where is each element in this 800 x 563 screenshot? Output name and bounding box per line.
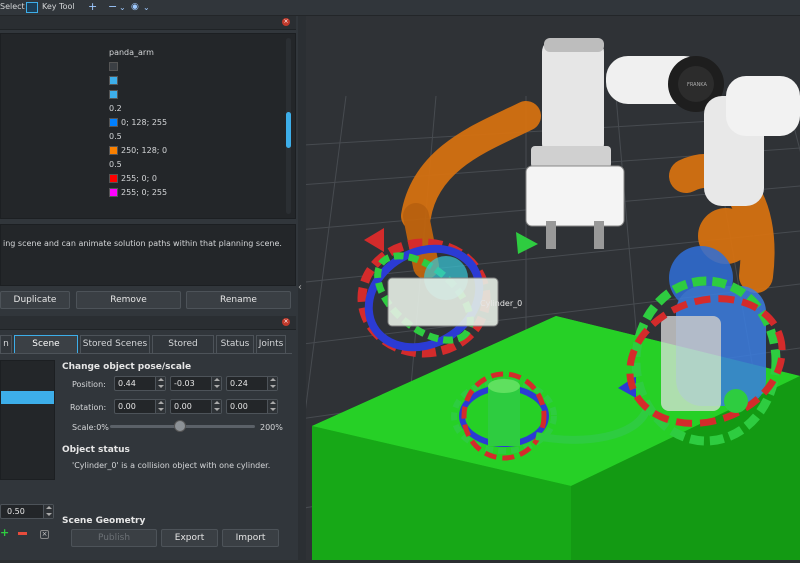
add-object-icon[interactable]: +	[0, 527, 9, 538]
display-property-value[interactable]: 255; 0; 255	[109, 188, 167, 199]
chevron-down-icon[interactable]: ⌄	[143, 3, 150, 12]
color-swatch	[109, 62, 118, 71]
tab-scene-objects[interactable]: Scene Objects	[14, 335, 78, 365]
object-status-title: Object status	[62, 445, 130, 455]
description-text: ing scene and can animate solution paths…	[3, 239, 282, 248]
scale-slider[interactable]	[110, 420, 255, 432]
scale-max-label: 200%	[260, 423, 283, 432]
viewport-render[interactable]: FRANKA Cylinder_0	[285, 16, 800, 561]
export-button[interactable]: Export	[161, 529, 218, 547]
remove-object-icon[interactable]	[18, 532, 27, 535]
scale-slider-handle[interactable]	[173, 420, 186, 432]
duplicate-button[interactable]: Duplicate	[0, 291, 70, 309]
rotation-x-field[interactable]: 0.00	[114, 399, 166, 414]
display-property-value[interactable]: 0; 128; 255	[109, 118, 167, 129]
add-tool-icon[interactable]: +	[88, 0, 97, 13]
scene-objects-tab-panel: Change object pose/scale Position: 0.44 …	[0, 353, 292, 560]
display-property-value[interactable]	[109, 76, 121, 87]
color-swatch	[109, 90, 118, 99]
stepper-arrows[interactable]	[267, 400, 277, 413]
displays-panel-header: ×	[0, 16, 296, 30]
object-size-field[interactable]: 0.50	[0, 504, 54, 519]
motion-planning-panel-header: ×	[0, 316, 296, 330]
display-property-value[interactable]: 0.2	[109, 104, 122, 115]
tab-status[interactable]: Status	[216, 335, 254, 353]
close-icon[interactable]: ×	[282, 18, 290, 26]
stepper-arrows[interactable]	[43, 505, 53, 518]
left-dock: × panda_arm 0.2 0; 128; 255 0.5 250; 128; 0…	[0, 16, 298, 560]
display-value-text: 0.5	[109, 132, 122, 141]
import-button[interactable]: Import	[222, 529, 279, 547]
scale-min-label: Scale:0%	[72, 423, 109, 432]
color-swatch	[109, 174, 118, 183]
stepper-arrows[interactable]	[155, 400, 165, 413]
planning-group-value: panda_arm	[109, 48, 154, 57]
robot-brand-text: FRANKA	[687, 82, 707, 88]
rotation-y-field[interactable]: 0.00	[170, 399, 222, 414]
display-property-value[interactable]: 0.5	[109, 160, 122, 171]
position-z-field[interactable]: 0.24	[226, 376, 278, 391]
selected-object-row[interactable]	[1, 391, 54, 404]
tab-stored-scenes[interactable]: Stored Scenes	[80, 335, 150, 353]
displays-value-column: panda_arm 0.2 0; 128; 255 0.5 250; 128; 0 0.…	[107, 34, 279, 218]
select-tool-button[interactable]: Select	[0, 2, 25, 11]
3d-viewport[interactable]: FRANKA Cylinder_0	[285, 16, 800, 561]
tab-stored-states[interactable]: Stored States	[152, 335, 214, 365]
pose-section-title: Change object pose/scale	[62, 362, 192, 372]
color-swatch	[109, 188, 118, 197]
remove-button[interactable]: Remove	[76, 291, 181, 309]
stepper-arrows[interactable]	[267, 377, 277, 390]
display-value-text: 255; 0; 0	[121, 174, 157, 183]
color-swatch	[109, 146, 118, 155]
stepper-arrows[interactable]	[155, 377, 165, 390]
main-toolbar: Select Key Tool + − ⌄ ◉ ⌄	[0, 0, 800, 16]
dock-splitter[interactable]: ‹	[298, 16, 306, 560]
displays-scrollbar[interactable]	[286, 38, 291, 214]
rename-button[interactable]: Rename	[186, 291, 291, 309]
display-property-value[interactable]	[109, 62, 121, 73]
display-property-value[interactable]	[109, 90, 121, 101]
close-icon[interactable]: ×	[282, 318, 290, 326]
rotation-label: Rotation:	[70, 403, 107, 412]
key-tool-icon	[26, 2, 38, 13]
display-value-text: 255; 0; 255	[121, 188, 168, 197]
color-swatch	[109, 118, 118, 127]
object-label-text: Cylinder_0	[480, 299, 522, 308]
stepper-arrows[interactable]	[211, 377, 221, 390]
remove-tool-icon[interactable]: −	[108, 0, 117, 13]
tab-joints[interactable]: Joints	[256, 335, 286, 353]
eye-icon[interactable]: ◉	[131, 2, 139, 12]
key-tool-button[interactable]: Key Tool	[42, 2, 75, 11]
display-value-text: 250; 128; 0	[121, 146, 168, 155]
scene-object-list[interactable]	[0, 360, 55, 480]
display-value-text: 0.2	[109, 104, 122, 113]
scene-geometry-title: Scene Geometry	[62, 516, 146, 526]
display-property-value[interactable]: 250; 128; 0	[109, 146, 167, 157]
color-swatch	[109, 76, 118, 85]
rotation-z-field[interactable]: 0.00	[226, 399, 278, 414]
display-description: ing scene and can animate solution paths…	[0, 224, 296, 286]
scrollbar-thumb[interactable]	[286, 112, 291, 148]
position-label: Position:	[72, 380, 106, 389]
stepper-arrows[interactable]	[211, 400, 221, 413]
display-property-value[interactable]: 0.5	[109, 132, 122, 143]
display-value-text: 0; 128; 255	[121, 118, 168, 127]
tab-n[interactable]: n	[0, 335, 12, 353]
displays-tree[interactable]: panda_arm 0.2 0; 128; 255 0.5 250; 128; 0 0.…	[0, 33, 296, 219]
motion-planning-tabs: nScene ObjectsStored ScenesStored States…	[0, 335, 296, 365]
chevron-down-icon[interactable]: ⌄	[119, 3, 126, 12]
collapse-chevron-icon[interactable]: ‹	[298, 282, 302, 293]
display-property-value[interactable]: 255; 0; 0	[109, 174, 157, 185]
display-value-text: 0.5	[109, 160, 122, 169]
clear-objects-icon[interactable]: ×	[40, 530, 49, 539]
position-x-field[interactable]: 0.44	[114, 376, 166, 391]
position-y-field[interactable]: -0.03	[170, 376, 222, 391]
publish-button[interactable]: Publish	[71, 529, 157, 547]
object-status-text: 'Cylinder_0' is a collision object with …	[72, 461, 271, 470]
